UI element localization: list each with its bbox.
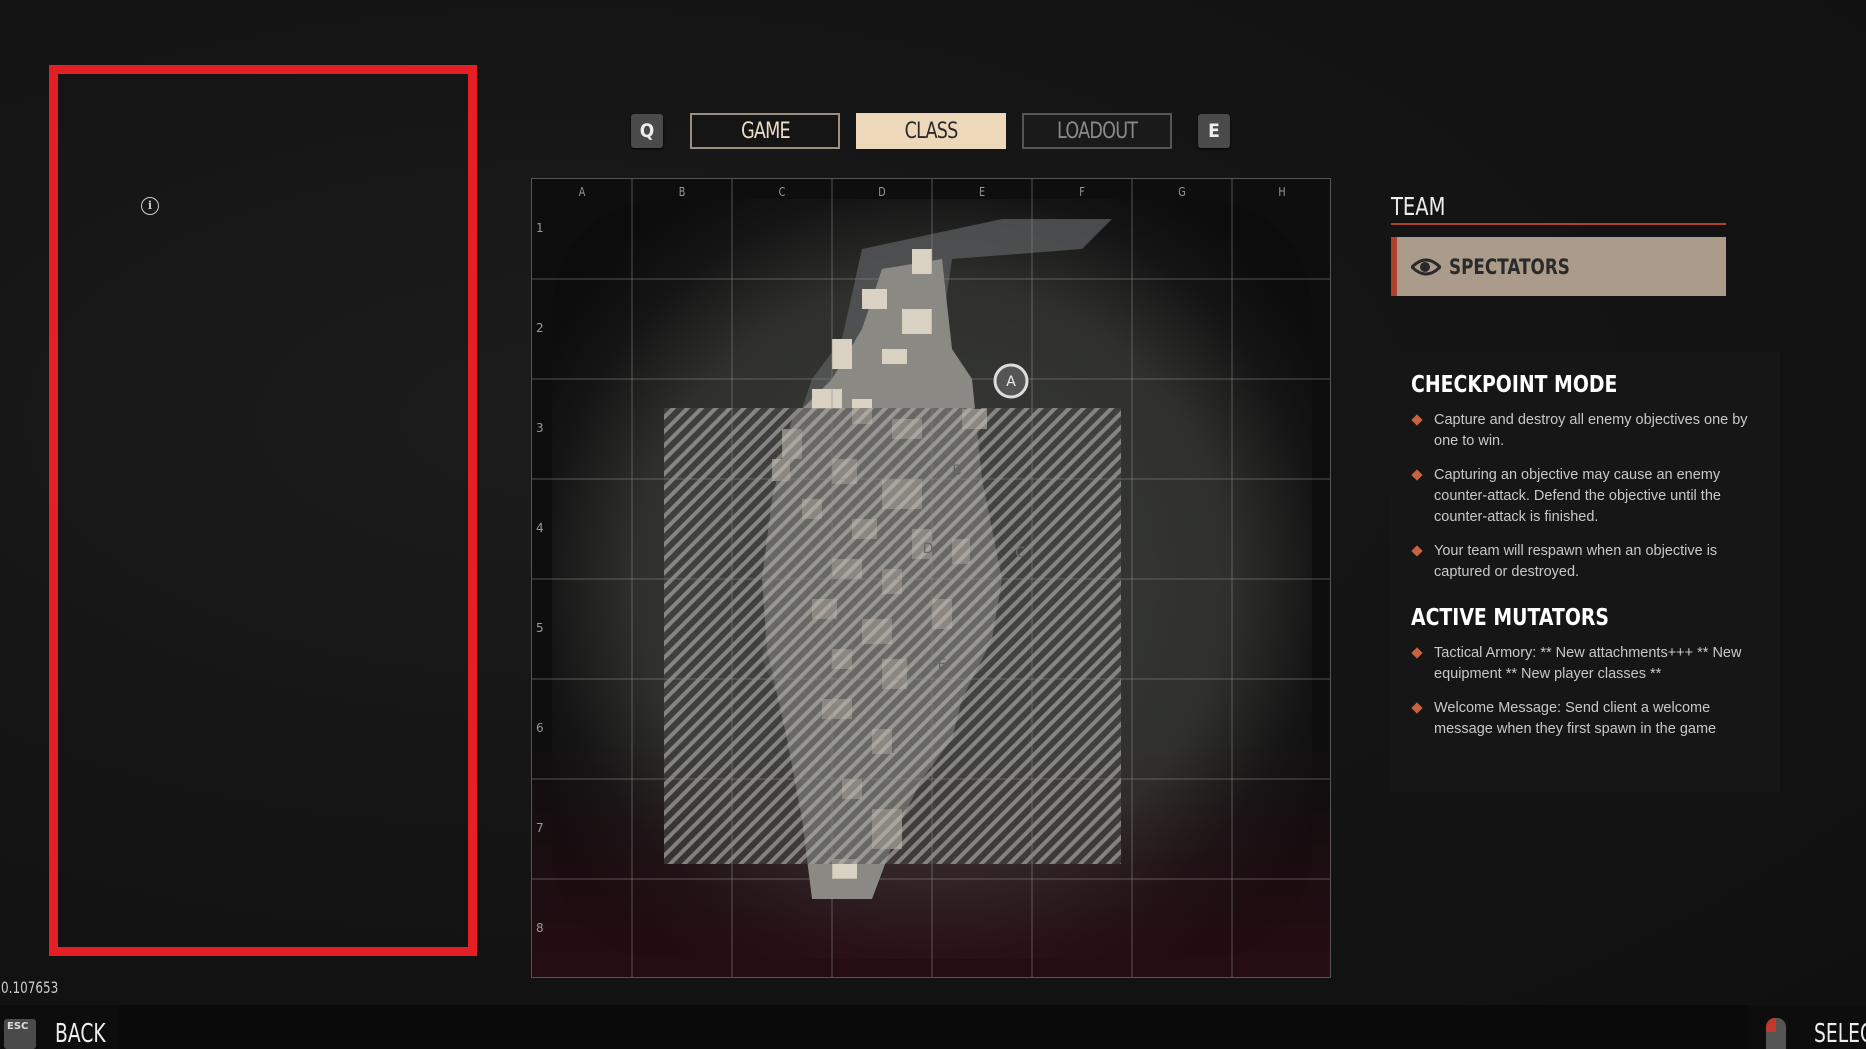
version-label: 0.107653 — [1, 978, 59, 997]
footer-bar: ESC BACK SELEC — [0, 1005, 1866, 1049]
bullet-diamond-icon — [1411, 469, 1423, 481]
bullet-diamond-icon — [1411, 414, 1423, 426]
next-tab-key[interactable]: E — [1198, 114, 1230, 148]
grid-col-label: A — [578, 185, 586, 199]
mutators-list: Tactical Armory: ** New attachments+++ *… — [1411, 643, 1760, 740]
grid-row-label: 5 — [536, 621, 544, 635]
prev-tab-key[interactable]: Q — [631, 114, 663, 148]
tab-game-label: GAME — [740, 118, 791, 144]
mode-rules-list: Capture and destroy all enemy objectives… — [1411, 410, 1760, 583]
rule-text: Capturing an objective may cause an enem… — [1434, 467, 1721, 525]
footer-center — [119, 1005, 1748, 1049]
eye-icon — [1411, 258, 1441, 275]
out-of-bounds-area — [664, 408, 1121, 864]
rule-text: Capture and destroy all enemy objectives… — [1434, 412, 1748, 449]
map-image: A B C D E F — [532, 179, 1330, 977]
objective-b-label: B — [952, 463, 962, 479]
back-button[interactable]: BACK — [55, 1019, 106, 1049]
grid-col-label: G — [1178, 185, 1186, 199]
tab-game[interactable]: GAME — [690, 113, 840, 149]
tab-class-label: CLASS — [904, 118, 959, 144]
rule-text: Your team will respawn when an objective… — [1434, 543, 1718, 580]
objective-c-label: C — [1015, 545, 1025, 561]
objective-f-label: F — [891, 741, 899, 757]
mutators-title: ACTIVE MUTATORS — [1411, 605, 1609, 631]
bullet-diamond-icon — [1411, 647, 1423, 659]
objective-d-label: D — [923, 541, 934, 557]
grid-row-label: 8 — [536, 921, 544, 935]
tab-class[interactable]: CLASS — [856, 113, 1006, 149]
game-info-panel: CHECKPOINT MODE Capture and destroy all … — [1390, 352, 1780, 792]
list-item: Welcome Message: Send client a welcome m… — [1411, 698, 1760, 740]
grid-row-label: 1 — [536, 221, 544, 235]
tab-loadout[interactable]: LOADOUT — [1022, 113, 1172, 149]
grid-row-label: 3 — [536, 421, 544, 435]
class-list-panel — [49, 65, 477, 956]
team-spectators-label: SPECTATORS — [1449, 254, 1570, 279]
mode-title: CHECKPOINT MODE — [1411, 372, 1618, 398]
bullet-diamond-icon — [1411, 545, 1423, 557]
team-title: TEAM — [1391, 192, 1446, 221]
mouse-left-click-icon — [1766, 1018, 1786, 1049]
mutator-text: Tactical Armory: ** New attachments+++ *… — [1434, 645, 1742, 682]
grid-col-label: H — [1278, 185, 1286, 199]
list-item: Capturing an objective may cause an enem… — [1411, 465, 1760, 528]
grid-col-label: C — [778, 185, 786, 199]
grid-col-label: E — [978, 185, 986, 199]
grid-row-label: 7 — [536, 821, 544, 835]
tactical-map[interactable]: A B C D E F A B C D E F G H 1 2 3 4 5 6 … — [531, 178, 1331, 978]
bullet-diamond-icon — [1411, 702, 1423, 714]
team-divider — [1391, 223, 1726, 225]
info-icon[interactable]: i — [141, 197, 159, 215]
objective-e-label: E — [938, 657, 947, 673]
list-item: Tactical Armory: ** New attachments+++ *… — [1411, 643, 1760, 685]
list-item: Capture and destroy all enemy objectives… — [1411, 410, 1760, 452]
grid-col-label: B — [678, 185, 686, 199]
grid-row-label: 2 — [536, 321, 544, 335]
grid-row-label: 6 — [536, 721, 544, 735]
select-button[interactable]: SELEC — [1814, 1019, 1866, 1049]
list-item: Your team will respawn when an objective… — [1411, 541, 1760, 583]
grid-col-label: F — [1079, 185, 1085, 199]
grid-row-label: 4 — [536, 521, 544, 535]
team-spectators-button[interactable]: SPECTATORS — [1391, 237, 1726, 296]
tab-loadout-label: LOADOUT — [1056, 118, 1138, 144]
objective-a-label: A — [1006, 374, 1016, 390]
mutator-text: Welcome Message: Send client a welcome m… — [1434, 700, 1717, 737]
esc-key-icon[interactable]: ESC — [4, 1019, 36, 1049]
grid-col-label: D — [878, 185, 886, 199]
